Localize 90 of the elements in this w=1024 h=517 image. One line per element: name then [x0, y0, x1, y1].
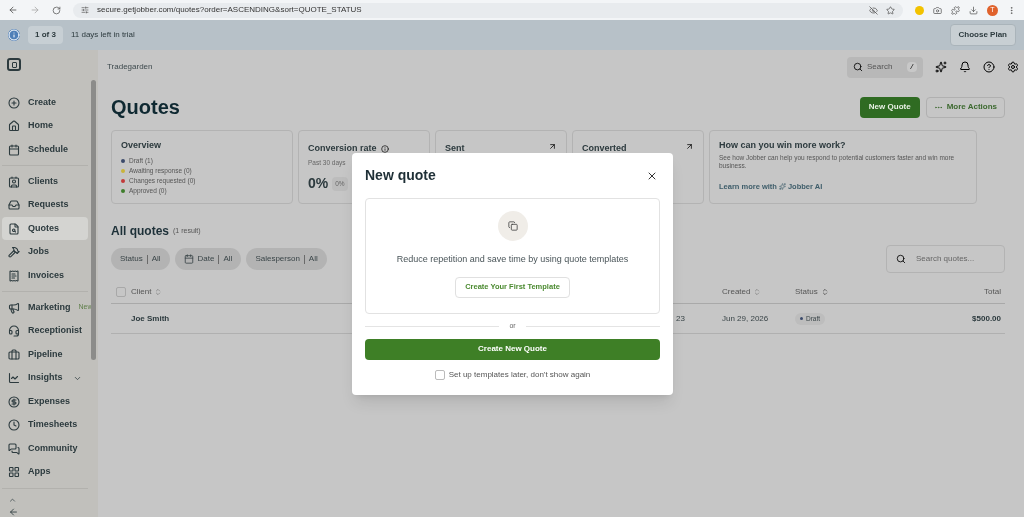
more-actions-button[interactable]: More Actions — [925, 96, 1005, 118]
camera-icon[interactable] — [933, 5, 942, 15]
arrow-up-right-icon[interactable] — [685, 142, 694, 151]
sidebar-item[interactable]: Pipeline — [2, 343, 88, 367]
info-icon — [8, 29, 20, 41]
section-title: All quotes — [111, 223, 169, 240]
document-search-icon — [8, 222, 20, 235]
sparkles-icon — [778, 182, 786, 190]
help-icon[interactable] — [983, 61, 995, 73]
search-icon — [896, 254, 906, 264]
conversion-value: 0% — [308, 174, 329, 194]
new-quote-button[interactable]: New Quote — [859, 96, 920, 118]
headset-icon — [8, 325, 20, 338]
collapse-icon[interactable] — [8, 506, 19, 517]
template-description: Reduce repetition and save time by using quote templates — [396, 253, 629, 266]
promo-title: How can you win more work? — [719, 139, 847, 152]
sidebar-item[interactable]: Community — [2, 437, 88, 461]
reload-icon[interactable] — [52, 5, 61, 15]
card-title: Overview — [121, 139, 163, 152]
inbox-icon — [8, 199, 20, 212]
card-title: Converted — [582, 142, 627, 155]
calendar-icon — [8, 143, 20, 156]
clock-icon — [8, 419, 20, 432]
filter-chip[interactable]: Date All — [174, 248, 242, 270]
total-amount: $500.00 — [972, 312, 1001, 325]
client-name: Joe Smith — [131, 313, 170, 323]
site-settings-icon[interactable] — [81, 6, 89, 14]
table-cell: 23 — [676, 312, 685, 325]
page-title: Quotes — [111, 95, 180, 120]
sidebar-item[interactable]: Quotes — [2, 217, 88, 241]
sort-icon[interactable] — [820, 287, 829, 296]
column-header[interactable]: Status — [795, 285, 895, 298]
column-header[interactable]: Created — [722, 285, 795, 298]
sidebar-item[interactable]: Apps — [2, 460, 88, 484]
dialog-title: New quote — [365, 166, 436, 185]
eye-off-icon[interactable] — [869, 5, 878, 15]
sidebar-item[interactable]: Create — [2, 91, 88, 115]
sidebar-item[interactable]: Invoices — [2, 264, 88, 288]
created-date: Jun 29, 2026 — [722, 313, 769, 323]
sidebar-item[interactable]: Timesheets — [2, 413, 88, 437]
sidebar-item[interactable]: Jobs — [2, 240, 88, 264]
sparkles-icon[interactable] — [935, 61, 947, 73]
download-icon[interactable] — [969, 5, 978, 15]
puzzle-icon[interactable] — [951, 5, 960, 15]
calendar-icon — [183, 254, 194, 264]
chat-icon — [8, 442, 20, 455]
checkbox-label: Set up templates later, don't show again — [448, 368, 591, 381]
hammer-icon — [8, 246, 20, 259]
megaphone-icon — [8, 301, 20, 314]
sidebar-item[interactable]: Home — [2, 114, 88, 138]
account-name[interactable]: Tradegarden — [107, 61, 153, 73]
sidebar-item[interactable]: Insights — [2, 366, 88, 390]
chevron-up-icon[interactable] — [8, 495, 17, 504]
filter-chip[interactable]: Salesperson All — [246, 248, 327, 270]
step-badge: 1 of 3 — [28, 26, 63, 44]
select-all-checkbox[interactable] — [116, 286, 126, 297]
address-bar[interactable]: secure.getjobber.com/quotes?order=ASCENDING&sort=QUOTE_STATUS — [73, 2, 903, 18]
app-logo-icon[interactable] — [7, 58, 21, 72]
arrow-up-right-icon[interactable] — [548, 142, 557, 151]
sidebar-item[interactable]: Expenses — [2, 390, 88, 414]
back-icon[interactable] — [8, 5, 18, 15]
briefcase-icon — [8, 348, 20, 361]
sidebar-item[interactable]: Requests — [2, 193, 88, 217]
sidebar-item[interactable]: Clients — [2, 170, 88, 194]
receipt-icon — [8, 269, 20, 282]
chart-icon — [8, 372, 20, 385]
home-icon — [8, 120, 20, 133]
menu-icon[interactable] — [1007, 5, 1016, 15]
copy-icon — [497, 211, 528, 241]
dollar-icon — [8, 395, 20, 408]
bookmark-star-icon[interactable] — [886, 5, 895, 15]
column-header[interactable]: Total — [984, 285, 1001, 298]
sidebar-item[interactable]: Schedule — [2, 138, 88, 162]
choose-plan-button[interactable]: Choose Plan — [949, 24, 1016, 46]
card-title: Conversion rate — [308, 142, 377, 155]
plus-circle-icon — [8, 96, 20, 109]
sidebar-item[interactable]: Receptionist — [2, 319, 88, 343]
search-quotes-field[interactable]: Search quotes... — [886, 245, 1005, 273]
bell-icon[interactable] — [959, 61, 971, 73]
checkbox[interactable] — [434, 369, 445, 380]
info-icon[interactable] — [380, 144, 389, 153]
search-icon — [853, 62, 863, 72]
column-header[interactable]: Client — [131, 285, 163, 298]
card-title: Sent — [445, 142, 465, 155]
apps-grid-icon — [8, 466, 20, 479]
settings-icon[interactable] — [1007, 61, 1019, 73]
trial-text: 11 days left in trial — [70, 29, 135, 41]
create-new-quote-button[interactable]: Create New Quote — [365, 338, 660, 360]
filter-chip[interactable]: Status All — [111, 248, 170, 270]
contact-card-icon — [8, 175, 20, 188]
